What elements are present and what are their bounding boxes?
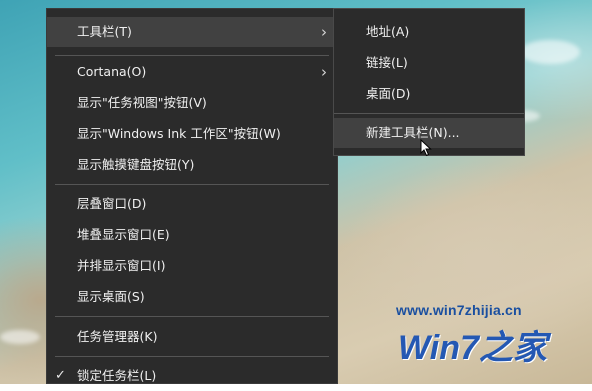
menu-separator (55, 356, 329, 357)
menu-item-lock-taskbar[interactable]: ✓ 锁定任务栏(L) (47, 361, 337, 391)
chevron-right-icon: › (321, 63, 327, 81)
menu-item-show-windows-ink-button[interactable]: 显示"Windows Ink 工作区"按钮(W) (47, 119, 337, 149)
submenu-item-label: 地址(A) (366, 24, 410, 39)
submenu-item-label: 链接(L) (366, 55, 408, 70)
watermark-url: www.win7zhijia.cn (396, 302, 522, 318)
menu-item-task-manager[interactable]: 任务管理器(K) (47, 322, 337, 352)
watermark-logo: www.win7zhijia.cn Win7之家 (396, 302, 566, 376)
menu-item-label: 任务管理器(K) (77, 329, 158, 344)
toolbars-submenu: 地址(A) 链接(L) 桌面(D) 新建工具栏(N)... (333, 8, 525, 156)
menu-item-side-by-side-windows[interactable]: 并排显示窗口(I) (47, 251, 337, 281)
submenu-item-label: 桌面(D) (366, 86, 411, 101)
menu-item-label: 锁定任务栏(L) (77, 368, 157, 383)
submenu-item-desktop[interactable]: 桌面(D) (334, 79, 524, 109)
menu-item-cascade-windows[interactable]: 层叠窗口(D) (47, 189, 337, 219)
menu-item-label: 显示"Windows Ink 工作区"按钮(W) (77, 126, 281, 141)
submenu-item-links[interactable]: 链接(L) (334, 48, 524, 78)
mouse-pointer-icon (420, 139, 432, 157)
wave-foam (520, 40, 580, 64)
menu-separator (55, 316, 329, 317)
submenu-item-address[interactable]: 地址(A) (334, 17, 524, 47)
menu-item-label: 显示"任务视图"按钮(V) (77, 95, 207, 110)
menu-item-label: 层叠窗口(D) (77, 196, 147, 211)
menu-item-toolbars[interactable]: 工具栏(T) › (47, 17, 337, 47)
checkmark-icon: ✓ (55, 368, 66, 383)
menu-separator (55, 184, 329, 185)
menu-separator (334, 113, 524, 114)
watermark-brand: Win7之家 (398, 329, 547, 367)
chevron-right-icon: › (321, 23, 327, 41)
wave-foam (0, 330, 40, 344)
menu-item-label: 工具栏(T) (77, 24, 132, 39)
menu-item-show-task-view-button[interactable]: 显示"任务视图"按钮(V) (47, 88, 337, 118)
menu-item-show-touch-keyboard-button[interactable]: 显示触摸键盘按钮(Y) (47, 150, 337, 180)
menu-item-label: 堆叠显示窗口(E) (77, 227, 170, 242)
menu-item-label: 并排显示窗口(I) (77, 258, 166, 273)
taskbar-context-menu: 工具栏(T) › Cortana(O) › 显示"任务视图"按钮(V) 显示"W… (46, 8, 338, 384)
menu-item-label: Cortana(O) (77, 64, 147, 79)
menu-item-stack-windows[interactable]: 堆叠显示窗口(E) (47, 220, 337, 250)
menu-item-label: 显示桌面(S) (77, 289, 145, 304)
menu-item-cortana[interactable]: Cortana(O) › (47, 57, 337, 87)
menu-item-show-desktop[interactable]: 显示桌面(S) (47, 282, 337, 312)
menu-item-label: 显示触摸键盘按钮(Y) (77, 157, 195, 172)
menu-separator (55, 55, 329, 56)
submenu-item-label: 新建工具栏(N)... (366, 125, 460, 140)
